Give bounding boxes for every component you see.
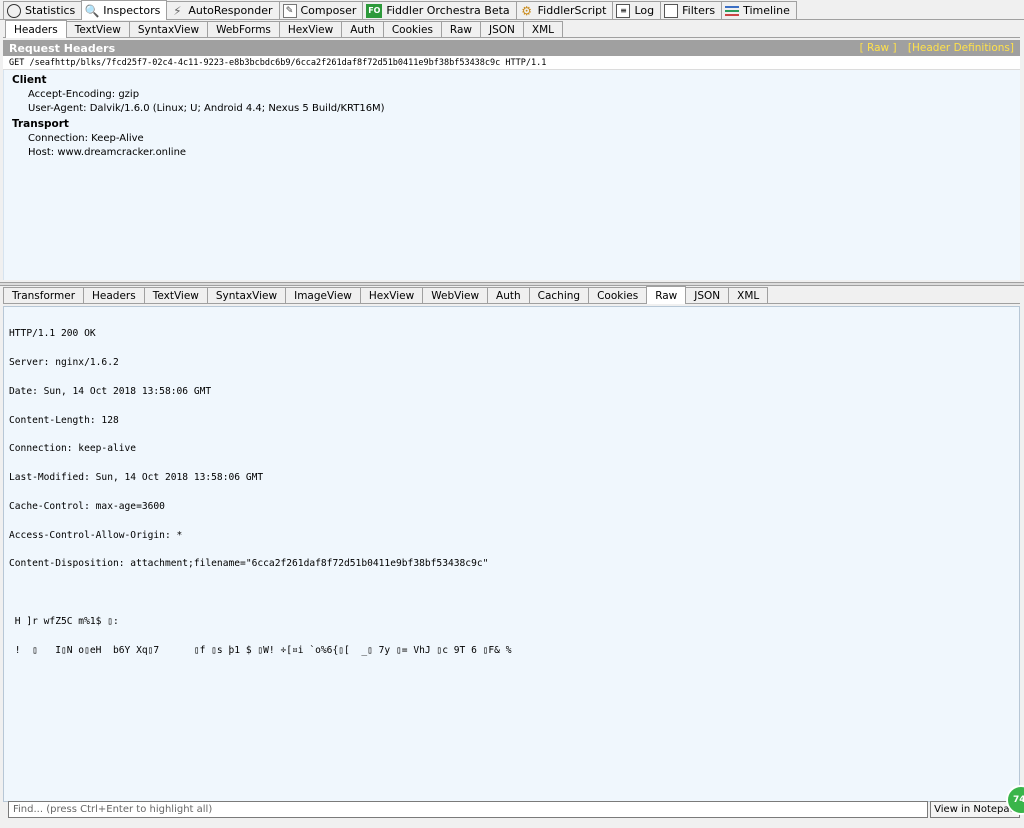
log-icon: ≡ (616, 3, 631, 18)
resp-tab-hexview[interactable]: HexView (359, 287, 424, 303)
resp-tab-raw[interactable]: Raw (646, 286, 687, 304)
raw-link[interactable]: [ Raw ] (860, 42, 897, 54)
header-user-agent[interactable]: User-Agent: Dalvik/1.6.0 (Linux; U; Andr… (12, 102, 1012, 116)
request-headers-bar: Request Headers [ Raw ] [Header Definiti… (3, 40, 1020, 56)
pencil-icon: ✎ (282, 3, 297, 18)
group-transport[interactable]: Transport (12, 118, 1012, 132)
response-line: Date: Sun, 14 Oct 2018 13:58:06 GMT (9, 385, 212, 397)
request-headers-title: Request Headers (9, 41, 116, 55)
tab-fiddler-orchestra[interactable]: FO Fiddler Orchestra Beta (362, 1, 517, 19)
response-line: Connection: keep-alive (9, 443, 137, 455)
response-tab-strip: Transformer Headers TextView SyntaxView … (3, 286, 1020, 304)
request-tab-strip: Headers TextView SyntaxView WebForms Hex… (3, 20, 1020, 38)
tab-label: Inspectors (103, 4, 161, 17)
req-tab-webforms[interactable]: WebForms (207, 21, 280, 37)
tab-composer[interactable]: ✎ Composer (278, 1, 364, 19)
tab-filters[interactable]: Filters (660, 1, 723, 19)
binary-body-line: ! ▯ I▯N o▯eH b6Y Xq▯7 ▯f ▯s þ1 $ ▯W! ÷[¤… (9, 644, 512, 656)
timeline-icon (725, 5, 740, 16)
response-line: HTTP/1.1 200 OK (9, 328, 96, 340)
req-tab-syntaxview[interactable]: SyntaxView (128, 21, 209, 37)
response-line: Content-Disposition: attachment;filename… (9, 558, 489, 570)
header-host[interactable]: Host: www.dreamcracker.online (12, 146, 1012, 160)
resp-tab-auth[interactable]: Auth (487, 287, 530, 303)
resp-tab-webview[interactable]: WebView (422, 287, 489, 303)
lightning-icon: ⚡ (173, 3, 182, 18)
req-tab-auth[interactable]: Auth (341, 21, 384, 37)
resp-tab-syntaxview[interactable]: SyntaxView (206, 287, 287, 303)
response-inspector: Transformer Headers TextView SyntaxView … (3, 286, 1020, 802)
resp-tab-headers[interactable]: Headers (83, 287, 145, 303)
req-tab-raw[interactable]: Raw (440, 21, 482, 37)
header-connection[interactable]: Connection: Keep-Alive (12, 132, 1012, 146)
main-tab-strip: Statistics 🔍 Inspectors ⚡ AutoResponder … (0, 0, 1024, 20)
tab-fiddlerscript[interactable]: ⚙ FiddlerScript (515, 1, 614, 19)
response-line: Last-Modified: Sun, 14 Oct 2018 13:58:06… (9, 472, 264, 484)
resp-tab-xml[interactable]: XML (728, 287, 769, 303)
response-line: Content-Length: 128 (9, 414, 119, 426)
req-tab-cookies[interactable]: Cookies (382, 21, 442, 37)
magnifier-icon: 🔍 (84, 3, 100, 18)
tab-label: Filters (682, 4, 716, 17)
req-tab-textview[interactable]: TextView (65, 21, 130, 37)
tab-label: FiddlerScript (537, 4, 607, 17)
response-raw-text[interactable]: HTTP/1.1 200 OK Server: nginx/1.6.2 Date… (3, 306, 1020, 802)
req-tab-json[interactable]: JSON (480, 21, 524, 37)
response-line: Server: nginx/1.6.2 (9, 356, 119, 368)
tab-label: Timeline (743, 4, 790, 17)
tab-autoresponder[interactable]: ⚡ AutoResponder (166, 1, 280, 19)
checkbox-icon[interactable] (664, 3, 679, 18)
resp-tab-json[interactable]: JSON (685, 287, 730, 303)
find-input[interactable]: Find... (press Ctrl+Enter to highlight a… (8, 801, 928, 818)
resp-tab-textview[interactable]: TextView (143, 287, 208, 303)
response-line: Access-Control-Allow-Origin: * (9, 529, 183, 541)
tab-label: AutoResponder (188, 4, 273, 17)
resp-tab-caching[interactable]: Caching (528, 287, 590, 303)
tab-label: Fiddler Orchestra Beta (386, 4, 510, 17)
header-definitions-link[interactable]: [Header Definitions] (908, 42, 1014, 54)
resp-tab-cookies[interactable]: Cookies (588, 287, 648, 303)
stopwatch-icon (7, 3, 21, 18)
resp-tab-transformer[interactable]: Transformer (3, 287, 85, 303)
header-tree: Client Accept-Encoding: gzip User-Agent:… (3, 70, 1020, 280)
tab-timeline[interactable]: Timeline (721, 1, 797, 19)
fo-icon: FO (366, 3, 383, 18)
tab-inspectors[interactable]: 🔍 Inspectors (81, 0, 168, 20)
header-accept-encoding[interactable]: Accept-Encoding: gzip (12, 88, 1012, 102)
req-tab-hexview[interactable]: HexView (278, 21, 343, 37)
response-line: Cache-Control: max-age=3600 (9, 500, 165, 512)
resp-tab-imageview[interactable]: ImageView (285, 287, 361, 303)
tab-log[interactable]: ≡ Log (612, 1, 662, 19)
req-tab-xml[interactable]: XML (522, 21, 564, 37)
tab-label: Log (634, 4, 655, 17)
binary-body-line: H ]r wfZ5C m%1$ ▯: (9, 616, 119, 627)
tab-label: Composer (300, 4, 357, 17)
group-client[interactable]: Client (12, 74, 1012, 88)
request-inspector: Headers TextView SyntaxView WebForms Hex… (3, 20, 1020, 282)
req-tab-headers[interactable]: Headers (5, 20, 67, 38)
request-line: GET /seafhttp/blks/7fcd25f7-02c4-4c11-92… (3, 56, 1020, 70)
tab-statistics[interactable]: Statistics (3, 1, 83, 19)
script-icon: ⚙ (521, 3, 533, 18)
tab-label: Statistics (25, 4, 76, 17)
